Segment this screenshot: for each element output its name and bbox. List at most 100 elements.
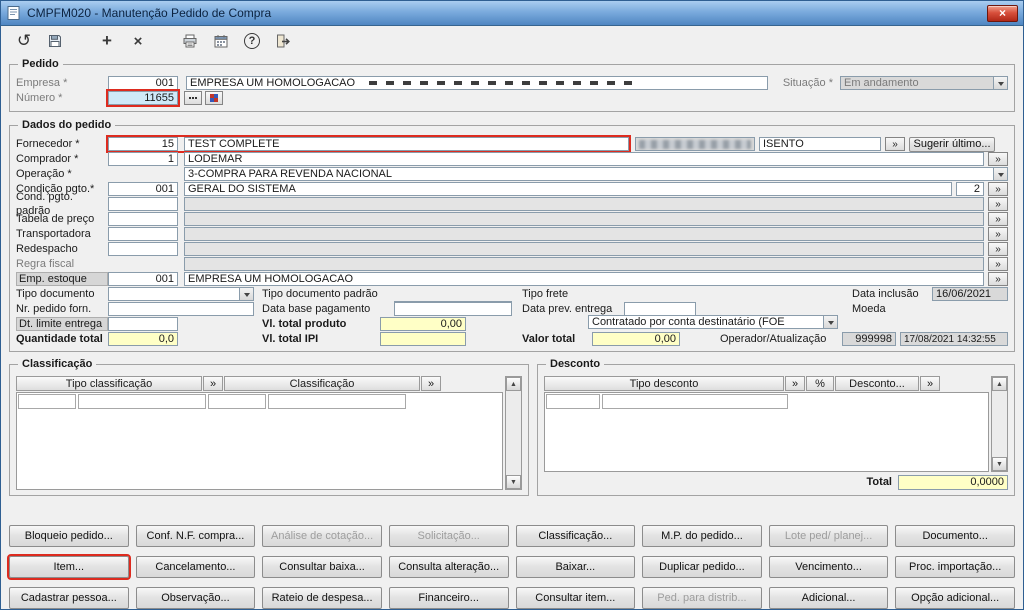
classificacao-desc-cell[interactable] bbox=[78, 394, 206, 409]
button-item[interactable]: Item... bbox=[7, 554, 131, 580]
button-analise-cotacao: Análise de cotação... bbox=[262, 525, 382, 547]
desconto-total-field: 0,0000 bbox=[898, 474, 1008, 490]
transportadora-code-field[interactable] bbox=[108, 227, 178, 241]
button-mp-do-pedido[interactable]: M.P. do pedido... bbox=[642, 525, 762, 547]
emp-estoque-label: Emp. estoque bbox=[16, 272, 108, 286]
calendar-icon[interactable] bbox=[211, 31, 231, 51]
emp-estoque-zoom-button[interactable]: » bbox=[988, 272, 1008, 286]
emp-estoque-name-field[interactable]: EMPRESA UM HOMOLOGACAO bbox=[184, 272, 984, 286]
group-desconto: Desconto Tipo desconto » % Desconto... » bbox=[537, 358, 1015, 496]
undo-icon[interactable]: ↺ bbox=[14, 31, 34, 51]
scroll-down-icon[interactable]: ▼ bbox=[992, 457, 1007, 471]
fornecedor-code-field[interactable]: 15 bbox=[108, 137, 178, 151]
add-icon[interactable]: + bbox=[97, 31, 117, 51]
button-vencimento[interactable]: Vencimento... bbox=[768, 556, 889, 578]
button-cancelamento[interactable]: Cancelamento... bbox=[135, 556, 256, 578]
button-consultar-item[interactable]: Consultar item... bbox=[515, 587, 636, 609]
operacao-value: 3-COMPRA PARA REVENDA NACIONAL bbox=[188, 168, 392, 180]
button-baixar[interactable]: Baixar... bbox=[515, 556, 636, 578]
button-duplicar-pedido[interactable]: Duplicar pedido... bbox=[642, 556, 762, 578]
operacao-label: Operação * bbox=[16, 168, 72, 180]
button-observacao[interactable]: Observação... bbox=[135, 587, 256, 609]
button-bloqueio-pedido[interactable]: Bloqueio pedido... bbox=[9, 525, 129, 547]
fornecedor-zoom-button[interactable]: » bbox=[885, 137, 905, 151]
empresa-code-field[interactable]: 001 bbox=[108, 76, 178, 90]
lookup-button[interactable] bbox=[184, 91, 202, 105]
button-adicional[interactable]: Adicional... bbox=[768, 587, 889, 609]
desconto-code-cell[interactable] bbox=[546, 394, 600, 409]
condicao-pgto-parcelas-field[interactable]: 2 bbox=[956, 182, 984, 196]
print-icon[interactable] bbox=[180, 31, 200, 51]
quantidade-total-label: Quantidade total bbox=[16, 333, 103, 345]
th-zoom-icon: » bbox=[785, 376, 805, 391]
classificacao-list bbox=[16, 392, 503, 490]
tabela-preco-name-field bbox=[184, 212, 984, 226]
emp-estoque-code-field[interactable]: 001 bbox=[108, 272, 178, 286]
classificacao-desc-cell[interactable] bbox=[268, 394, 406, 409]
classificacao-code-cell[interactable] bbox=[18, 394, 76, 409]
condicao-pgto-zoom-button[interactable]: » bbox=[988, 182, 1008, 196]
regra-fiscal-zoom-button[interactable]: » bbox=[988, 257, 1008, 271]
comprador-name-field[interactable]: LODEMAR bbox=[184, 152, 984, 166]
button-documento[interactable]: Documento... bbox=[895, 525, 1015, 547]
cond-pgto-padrao-code-field[interactable] bbox=[108, 197, 178, 211]
operacao-combo[interactable]: 3-COMPRA PARA REVENDA NACIONAL bbox=[184, 167, 1008, 181]
tabela-preco-code-field[interactable] bbox=[108, 212, 178, 226]
comprador-code-field[interactable]: 1 bbox=[108, 152, 178, 166]
scroll-down-icon[interactable]: ▼ bbox=[506, 475, 521, 489]
numero-label: Número * bbox=[16, 92, 63, 104]
button-opcao-adicional[interactable]: Opção adicional... bbox=[895, 587, 1015, 609]
chevron-down-icon[interactable] bbox=[993, 168, 1007, 180]
table-lookup-button[interactable] bbox=[205, 91, 223, 105]
data-prev-entrega-field[interactable] bbox=[624, 302, 696, 316]
classificacao-scrollbar[interactable]: ▲ ▼ bbox=[505, 376, 522, 490]
redespacho-code-field[interactable] bbox=[108, 242, 178, 256]
empresa-row: Empresa * 001 EMPRESA UM HOMOLOGACAO Sit… bbox=[16, 76, 1008, 90]
scroll-up-icon[interactable]: ▲ bbox=[992, 377, 1007, 391]
tabela-preco-zoom-button[interactable]: » bbox=[988, 212, 1008, 226]
button-classificacao[interactable]: Classificação... bbox=[515, 525, 636, 547]
button-financeiro[interactable]: Financeiro... bbox=[388, 587, 509, 609]
help-icon[interactable]: ? bbox=[242, 31, 262, 51]
nr-pedido-forn-field[interactable] bbox=[108, 302, 254, 316]
tipo-documento-combo[interactable] bbox=[108, 287, 254, 301]
fornecedor-tax-status-field[interactable]: ISENTO bbox=[759, 137, 881, 151]
data-inclusao-field: 16/06/2021 bbox=[932, 287, 1008, 301]
scroll-up-icon[interactable]: ▲ bbox=[506, 377, 521, 391]
comprador-zoom-button[interactable]: » bbox=[988, 152, 1008, 166]
sugerir-ultimo-button[interactable]: Sugerir último... bbox=[909, 136, 995, 152]
transportadora-zoom-button[interactable]: » bbox=[988, 227, 1008, 241]
classificacao-code-cell[interactable] bbox=[208, 394, 266, 409]
button-conf-nf-compra[interactable]: Conf. N.F. compra... bbox=[135, 525, 256, 547]
desconto-total-label: Total bbox=[866, 476, 892, 488]
operador-code-field: 999998 bbox=[842, 332, 896, 346]
comprador-label: Comprador * bbox=[16, 153, 79, 165]
chevron-down-icon[interactable] bbox=[239, 288, 253, 300]
button-proc-importacao[interactable]: Proc. importação... bbox=[895, 556, 1015, 578]
delete-icon[interactable]: × bbox=[128, 31, 148, 51]
desconto-table: Tipo desconto » % Desconto... » ▲ ▼ bbox=[544, 376, 1008, 472]
condicao-pgto-name-field[interactable]: GERAL DO SISTEMA bbox=[184, 182, 952, 196]
exit-icon[interactable] bbox=[273, 31, 293, 51]
redespacho-zoom-button[interactable]: » bbox=[988, 242, 1008, 256]
dt-limite-entrega-label: Dt. limite entrega bbox=[16, 317, 108, 331]
title-bar: CMPFM020 - Manutenção Pedido de Compra × bbox=[1, 1, 1023, 26]
fornecedor-name-field[interactable]: TEST COMPLETE bbox=[184, 137, 629, 151]
cond-pgto-padrao-zoom-button[interactable]: » bbox=[988, 197, 1008, 211]
nr-pedido-forn-row: Nr. pedido forn. Data base pagamento Dat… bbox=[16, 302, 1008, 316]
dt-limite-entrega-field[interactable] bbox=[108, 317, 178, 331]
button-rateio-despesa[interactable]: Rateio de despesa... bbox=[262, 587, 382, 609]
button-consulta-alteracao[interactable]: Consulta alteração... bbox=[388, 556, 509, 578]
save-icon[interactable] bbox=[45, 31, 65, 51]
empresa-name-field[interactable]: EMPRESA UM HOMOLOGACAO bbox=[186, 76, 768, 90]
desconto-scrollbar[interactable]: ▲ ▼ bbox=[991, 376, 1008, 472]
button-cadastrar-pessoa[interactable]: Cadastrar pessoa... bbox=[9, 587, 129, 609]
desconto-desc-cell[interactable] bbox=[602, 394, 788, 409]
numero-field[interactable]: 11655 bbox=[106, 89, 180, 107]
form-area: Pedido Empresa * 001 EMPRESA UM HOMOLOGA… bbox=[1, 56, 1023, 514]
data-inclusao-label: Data inclusão bbox=[852, 288, 919, 300]
condicao-pgto-code-field[interactable]: 001 bbox=[108, 182, 178, 196]
data-base-pagamento-field[interactable] bbox=[394, 302, 512, 316]
close-button[interactable]: × bbox=[987, 4, 1018, 22]
button-consultar-baixa[interactable]: Consultar baixa... bbox=[262, 556, 382, 578]
